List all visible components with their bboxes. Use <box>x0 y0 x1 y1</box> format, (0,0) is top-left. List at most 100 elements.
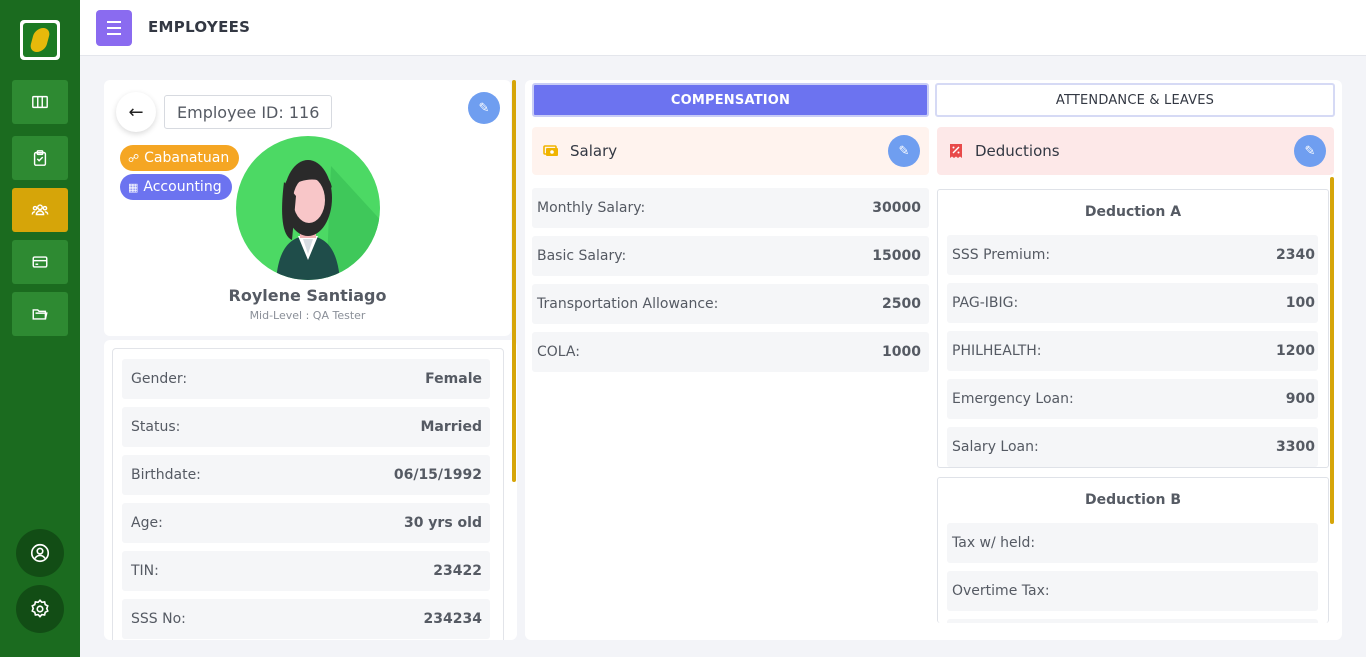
salary-value: 1000 <box>882 344 921 360</box>
salary-header: Salary ✎ <box>532 127 929 175</box>
detail-row-sss: SSS No: 234234 <box>122 599 490 639</box>
money-icon <box>542 142 560 160</box>
settings-button[interactable] <box>16 585 64 633</box>
salary-value: 2500 <box>882 296 921 312</box>
employee-id: Employee ID: 116 <box>164 95 333 129</box>
tab-attendance-leaves[interactable]: ATTENDANCE & LEAVES <box>935 83 1335 117</box>
sidebar <box>0 0 80 657</box>
deductions-header: Deductions ✎ <box>937 127 1334 175</box>
salary-row: Basic Salary: 15000 <box>532 236 929 276</box>
edit-salary-button[interactable]: ✎ <box>888 135 920 167</box>
deduction-label: SSS Premium: <box>952 247 1051 263</box>
settings-icon <box>31 599 49 618</box>
detail-label: TIN: <box>131 563 159 579</box>
salary-value: 30000 <box>872 200 921 216</box>
left-scrollbar[interactable] <box>512 80 516 482</box>
folder-icon <box>32 309 48 320</box>
dashboard-icon <box>32 95 48 109</box>
deduction-label: Tax w/ held: <box>952 535 1036 551</box>
profile-button[interactable] <box>16 529 64 577</box>
deduction-label: Salary Loan: <box>952 439 1039 455</box>
deduction-label: PAG-IBIG: <box>952 295 1019 311</box>
pencil-icon: ✎ <box>1304 143 1316 159</box>
salary-row: Monthly Salary: 30000 <box>532 188 929 228</box>
salary-row: Transportation Allowance: 2500 <box>532 284 929 324</box>
detail-label: Birthdate: <box>131 467 201 483</box>
deduction-value: 100 <box>1285 295 1315 311</box>
deduction-row: PHILHEALTH: 1200 <box>947 331 1318 371</box>
deduction-row <box>947 619 1318 623</box>
deduction-value: 900 <box>1285 391 1315 407</box>
deduction-row: PAG-IBIG: 100 <box>947 283 1318 323</box>
employee-name: Roylene Santiago <box>228 286 387 305</box>
sidebar-item-files[interactable] <box>12 292 68 336</box>
detail-value: Female <box>425 371 482 387</box>
sidebar-item-tasks[interactable] <box>12 136 68 180</box>
deduction-row: SSS Premium: 2340 <box>947 235 1318 275</box>
deduction-b-group: Deduction B Tax w/ held: Overtime Tax: <box>937 477 1329 623</box>
branch-label: Cabanatuan <box>144 150 230 166</box>
deduction-row: Overtime Tax: <box>947 571 1318 611</box>
detail-label: Status: <box>131 419 181 435</box>
edit-deductions-button[interactable]: ✎ <box>1294 135 1326 167</box>
deduction-row: Salary Loan: 3300 <box>947 427 1318 467</box>
arrow-left-icon: ← <box>128 101 144 123</box>
detail-value: Married <box>420 419 482 435</box>
sidebar-item-payroll[interactable] <box>12 240 68 284</box>
clipboard-icon <box>33 150 47 166</box>
detail-value: 06/15/1992 <box>393 467 482 483</box>
detail-value: 234234 <box>423 611 482 627</box>
hamburger-icon <box>107 19 121 37</box>
detail-row-birthdate: Birthdate: 06/15/1992 <box>122 455 490 495</box>
deduction-label: Overtime Tax: <box>952 583 1050 599</box>
employees-icon <box>31 204 49 216</box>
avatar <box>236 136 380 280</box>
details-card: Gender: Female Status: Married Birthdate… <box>104 340 517 640</box>
building-icon: ▦ <box>128 180 139 194</box>
profile-icon <box>30 543 50 563</box>
tab-compensation[interactable]: COMPENSATION <box>532 83 929 117</box>
receipt-icon <box>947 142 965 160</box>
payroll-card-icon <box>32 256 48 268</box>
detail-value: 30 yrs old <box>403 515 482 531</box>
detail-row-gender: Gender: Female <box>122 359 490 399</box>
salary-label: COLA: <box>537 344 580 360</box>
menu-button[interactable] <box>96 10 132 46</box>
deductions-title: Deductions <box>975 142 1060 160</box>
detail-row-tin: TIN: 23422 <box>122 551 490 591</box>
deduction-value: 1200 <box>1276 343 1315 359</box>
sidebar-item-employees[interactable] <box>12 188 68 232</box>
app-logo[interactable] <box>20 20 60 60</box>
deduction-value: 2340 <box>1276 247 1315 263</box>
share-icon: ☍ <box>128 151 140 165</box>
detail-row-status: Status: Married <box>122 407 490 447</box>
pencil-icon: ✎ <box>898 143 910 159</box>
edit-profile-button[interactable]: ✎ <box>468 92 500 124</box>
department-label: Accounting <box>143 179 222 195</box>
pencil-icon: ✎ <box>478 100 490 116</box>
details-list: Gender: Female Status: Married Birthdate… <box>112 348 504 640</box>
salary-label: Basic Salary: <box>537 248 627 264</box>
sidebar-item-dashboard[interactable] <box>12 80 68 124</box>
detail-row-age: Age: 30 yrs old <box>122 503 490 543</box>
profile-card: ← Employee ID: 116 ✎ ☍ Cabanatuan ▦ Acco… <box>104 80 511 336</box>
detail-label: SSS No: <box>131 611 186 627</box>
department-tag: ▦ Accounting <box>120 174 232 200</box>
top-header: EMPLOYEES <box>80 0 1366 56</box>
deduction-a-title: Deduction A <box>1084 204 1182 220</box>
deductions-scrollbar[interactable] <box>1330 177 1334 524</box>
compensation-panel: COMPENSATION ATTENDANCE & LEAVES Salary … <box>525 80 1342 640</box>
deduction-a-group: Deduction A SSS Premium: 2340 PAG-IBIG: … <box>937 189 1329 468</box>
deduction-row: Tax w/ held: <box>947 523 1318 563</box>
deduction-value: 3300 <box>1276 439 1315 455</box>
detail-label: Age: <box>131 515 163 531</box>
branch-tag: ☍ Cabanatuan <box>120 145 240 171</box>
detail-label: Gender: <box>131 371 188 387</box>
salary-value: 15000 <box>872 248 921 264</box>
deduction-b-title: Deduction B <box>1084 492 1182 508</box>
salary-title: Salary <box>570 142 618 160</box>
page-title: EMPLOYEES <box>148 18 251 36</box>
back-button[interactable]: ← <box>116 92 156 132</box>
salary-row: COLA: 1000 <box>532 332 929 372</box>
salary-label: Transportation Allowance: <box>537 296 719 312</box>
